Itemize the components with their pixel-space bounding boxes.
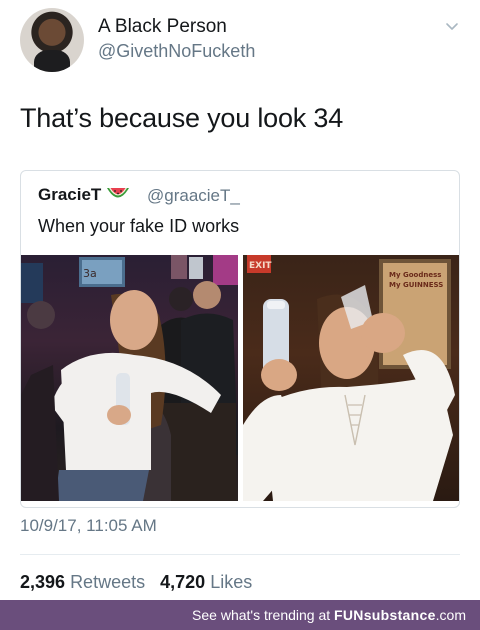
quoted-tweet-text: When your fake ID works (38, 216, 240, 236)
tweet-text: That’s because you look 34 (20, 103, 344, 133)
tweet-timestamp[interactable]: 10/9/17, 11:05 AM (20, 516, 157, 536)
sign-line-1: My Goodness (389, 271, 441, 279)
footer-banner: See what's trending at FUNsubstance.com (0, 600, 480, 630)
quoted-photo-1[interactable]: 3a (21, 255, 238, 501)
quoted-tweet[interactable]: GracieT @graacieT_ When your fake ID wor… (20, 170, 460, 508)
author-handle[interactable]: @GivethNoFucketh (98, 41, 255, 62)
footer-brand: FUNsubstance (334, 607, 436, 623)
bar-scene-photo-1: 3a (21, 255, 238, 501)
likes-count[interactable]: 4,720 (160, 572, 205, 592)
watermelon-icon (107, 188, 129, 198)
sign-line-2: My GUINNESS (389, 281, 443, 289)
stats-divider (20, 554, 460, 555)
author-display-name[interactable]: A Black Person (98, 16, 227, 38)
quoted-author-handle[interactable]: @graacieT_ (147, 186, 240, 206)
photo-1-signage: 3a (83, 267, 97, 280)
quoted-author-name[interactable]: GracieT (38, 185, 101, 205)
footer-text[interactable]: See what's trending at FUNsubstance.com (192, 607, 466, 623)
chevron-down-icon[interactable] (445, 20, 459, 34)
author-avatar[interactable] (20, 8, 84, 72)
quoted-photo-2[interactable]: EXIT My Goodness My GUINNESS (243, 255, 459, 501)
retweets-label[interactable]: Retweets (70, 572, 145, 592)
retweets-count[interactable]: 2,396 (20, 572, 65, 592)
exit-sign-text: EXIT (249, 261, 272, 271)
tweet-card: A Black Person @GivethNoFucketh That’s b… (0, 0, 480, 600)
footer-domain: .com (435, 607, 466, 623)
bar-scene-photo-2: EXIT My Goodness My GUINNESS (243, 255, 455, 501)
likes-label[interactable]: Likes (210, 572, 252, 592)
tweet-stats: 2,396 Retweets 4,720 Likes (20, 572, 252, 593)
footer-lead: See what's trending at (192, 607, 335, 623)
